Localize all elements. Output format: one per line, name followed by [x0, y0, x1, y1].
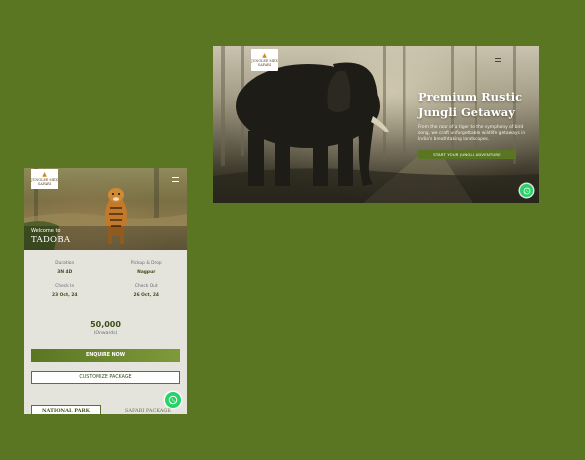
- pickup-label: Pickup & Drop: [130, 261, 162, 266]
- price-block: 50,000 (Onwards): [24, 320, 187, 336]
- checkout-label: Check Out: [134, 284, 158, 289]
- brand-sub: SAFARI: [257, 63, 272, 67]
- tab-national-park[interactable]: NATIONAL PARK: [31, 405, 101, 414]
- whatsapp-icon: [523, 187, 530, 194]
- trip-details: Duration 3N 4D Pickup & Drop Nagpur Chec…: [24, 261, 187, 299]
- brand-logo[interactable]: ▲ JUNGLEE MEX SAFARI: [31, 169, 58, 189]
- package-tabs: NATIONAL PARK SAFARI PACKAGE: [24, 403, 187, 414]
- hero-subtitle: From the roar of a tiger to the symphony…: [418, 125, 526, 142]
- brand-sub: SAFARI: [37, 182, 52, 186]
- pickup-detail: Pickup & Drop Nagpur: [106, 261, 188, 276]
- elephant-silhouette: [236, 62, 389, 186]
- hero-title: Premium Rustic Jungli Getaway: [418, 90, 526, 120]
- customize-package-button[interactable]: CUSTOMIZE PACKAGE: [31, 371, 180, 384]
- checkin-detail: Check In 23 Oct, 24: [24, 284, 106, 299]
- price-amount: 50,000: [90, 320, 121, 329]
- destination-title: TADOBA: [31, 235, 71, 245]
- whatsapp-button[interactable]: [520, 184, 533, 197]
- menu-icon[interactable]: [495, 58, 501, 62]
- duration-value: 3N 4D: [57, 270, 73, 275]
- menu-icon[interactable]: [172, 177, 179, 182]
- brand-logo[interactable]: ▲ JUNGLEE MEX SAFARI: [251, 49, 278, 71]
- checkin-value: 23 Oct, 24: [52, 293, 78, 298]
- mobile-screenshot: ▲ JUNGLEE MEX SAFARI Welcome to TADOBA D…: [24, 168, 187, 414]
- mobile-hero: ▲ JUNGLEE MEX SAFARI Welcome to TADOBA: [24, 168, 187, 250]
- pickup-value: Nagpur: [137, 270, 156, 275]
- hero-title-line-1: Premium Rustic: [418, 90, 523, 104]
- checkin-label: Check In: [55, 284, 75, 289]
- checkout-value: 26 Oct, 24: [133, 293, 159, 298]
- welcome-text: Welcome to: [31, 228, 61, 234]
- desktop-screenshot: ▲ JUNGLEE MEX SAFARI Premium Rustic Jung…: [213, 46, 539, 203]
- enquire-now-button[interactable]: ENQUIRE NOW: [31, 349, 180, 362]
- duration-label: Duration: [55, 261, 75, 266]
- checkout-detail: Check Out 26 Oct, 24: [106, 284, 188, 299]
- hero-copy: Premium Rustic Jungli Getaway From the r…: [418, 90, 526, 159]
- price-note: (Onwards): [93, 331, 118, 336]
- start-adventure-button[interactable]: START YOUR JUNGLI ADVENTURE: [418, 150, 516, 159]
- duration-detail: Duration 3N 4D: [24, 261, 106, 276]
- hero-title-line-2: Jungli Getaway: [418, 105, 515, 119]
- tab-safari-package[interactable]: SAFARI PACKAGE: [112, 405, 184, 414]
